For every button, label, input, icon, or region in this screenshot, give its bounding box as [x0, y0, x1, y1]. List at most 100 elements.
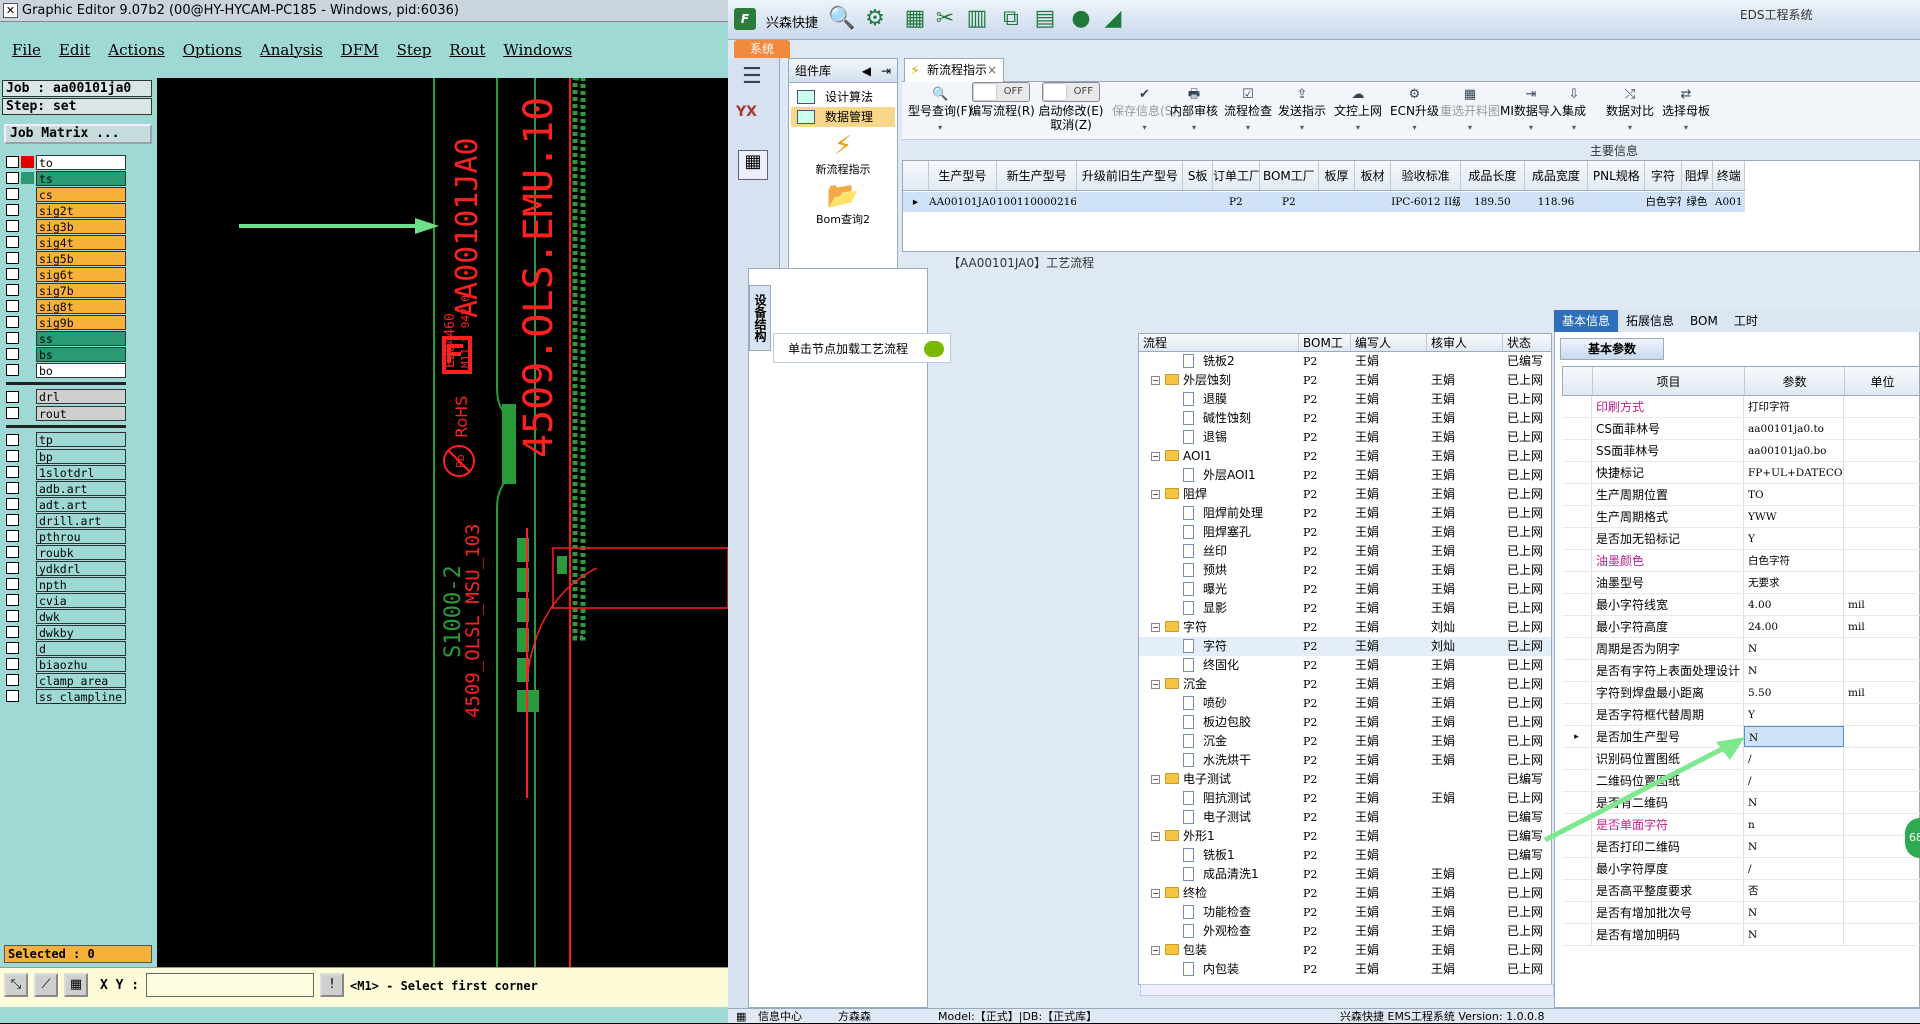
layer-checkbox[interactable] — [6, 220, 19, 232]
main-info-row[interactable]: ▸AA00101JA010011000021696 P2P2 IPC-6012 II… — [903, 192, 1746, 212]
param-row[interactable]: 是否加无铅标记 Y — [1562, 528, 1920, 550]
param-value[interactable]: 否 — [1744, 880, 1844, 901]
layer-row[interactable]: npth — [6, 576, 126, 592]
process-row[interactable]: 曝光 P2 王娟 王娟 已上网 — [1139, 580, 1551, 599]
layer-checkbox[interactable] — [6, 546, 19, 558]
layer-checkbox[interactable] — [6, 498, 19, 510]
job-matrix-button[interactable]: Job Matrix ... — [4, 124, 152, 144]
dropdown-caret-icon[interactable]: ▾ — [1440, 123, 1500, 132]
layer-checkbox[interactable] — [6, 204, 19, 216]
process-col-header[interactable]: 核审人 — [1427, 334, 1503, 351]
dropdown-caret-icon[interactable]: ▾ — [908, 123, 972, 132]
layer-checkbox[interactable] — [6, 300, 19, 312]
collapse-icon[interactable]: − — [1151, 452, 1160, 461]
layer-checkbox[interactable] — [6, 514, 19, 526]
pin-icon[interactable]: ⇥ — [881, 59, 891, 83]
layer-row[interactable]: dwk — [6, 608, 126, 624]
close-icon[interactable]: × — [987, 59, 997, 81]
menu-dfm[interactable]: DFM — [341, 36, 379, 66]
layer-checkbox[interactable] — [6, 236, 19, 248]
basic-params-tab[interactable]: 基本参数 — [1560, 338, 1664, 360]
layer-checkbox[interactable] — [6, 188, 19, 200]
process-col-header[interactable]: 编写人 — [1351, 334, 1427, 351]
param-value[interactable]: Y — [1744, 528, 1844, 549]
layer-checkbox[interactable] — [6, 252, 19, 264]
param-value[interactable]: 白色字符 — [1744, 550, 1844, 571]
main-col-header[interactable]: 成品宽度 — [1525, 161, 1589, 190]
measure-tool-icon[interactable]: ⟋ — [34, 973, 58, 997]
main-col-header[interactable]: 板厚 — [1319, 161, 1356, 190]
layer-row[interactable]: sig5b — [6, 250, 126, 266]
param-col-header[interactable]: 单位 — [1845, 367, 1920, 395]
layer-checkbox[interactable] — [6, 348, 19, 360]
layer-row[interactable]: adb.art — [6, 480, 126, 496]
chart-icon[interactable]: ◢ — [1100, 6, 1126, 32]
param-value[interactable]: 24.00 — [1744, 616, 1844, 637]
process-row[interactable]: 电子测试 P2 王娟 已编写 — [1139, 808, 1551, 827]
main-col-header[interactable]: 升级前旧生产型号 — [1077, 161, 1184, 190]
main-cell[interactable] — [1183, 192, 1214, 212]
zoom-tool-icon[interactable]: ⤡ — [4, 973, 28, 997]
layer-checkbox[interactable] — [6, 407, 19, 419]
chevron-left-icon[interactable]: ◀ — [862, 59, 871, 83]
process-row[interactable]: 阻抗测试 P2 王娟 王娟 已上网 — [1139, 789, 1551, 808]
main-cell[interactable]: P2 — [1213, 192, 1260, 212]
param-value[interactable]: 无要求 — [1744, 572, 1844, 593]
toolbar-button-5[interactable]: ☑ 流程检查 ▾ — [1224, 88, 1272, 133]
layer-checkbox[interactable] — [6, 642, 19, 654]
search-icon[interactable]: 🔍 — [828, 6, 855, 32]
process-col-header[interactable]: BOM工厂 — [1299, 334, 1351, 351]
param-value[interactable]: TO — [1744, 484, 1844, 505]
main-col-header[interactable]: 订单工厂 — [1213, 161, 1260, 190]
layer-checkbox[interactable] — [6, 433, 19, 446]
main-col-header[interactable]: PNL规格 — [1588, 161, 1646, 190]
param-row[interactable]: 最小字符厚度 / — [1562, 858, 1920, 880]
param-row[interactable]: 是否有增加批次号 N — [1562, 902, 1920, 924]
alert-icon[interactable]: ! — [320, 973, 344, 997]
collapse-icon[interactable]: − — [1151, 376, 1160, 385]
param-value[interactable]: 4.00 — [1744, 594, 1844, 615]
process-row[interactable]: 沉金 P2 王娟 王娟 已上网 — [1139, 732, 1551, 751]
info-center[interactable]: 信息中心 — [758, 1009, 802, 1024]
comp-item-data[interactable]: 数据管理 — [791, 107, 895, 127]
process-row[interactable]: − 电子测试 P2 王娟 已编写 — [1139, 770, 1551, 789]
process-row[interactable]: 喷砂 P2 王娟 王娟 已上网 — [1139, 694, 1551, 713]
xy-input[interactable] — [146, 973, 314, 997]
param-value[interactable]: N — [1744, 638, 1844, 659]
layer-checkbox[interactable] — [6, 450, 19, 462]
process-row[interactable]: 退膜 P2 王娟 王娟 已上网 — [1139, 390, 1551, 409]
collapse-icon[interactable]: − — [1151, 490, 1160, 499]
tab-new-flow[interactable]: ⚡ 新流程指示 × — [904, 58, 1004, 82]
menu-windows[interactable]: Windows — [503, 36, 572, 66]
layer-row[interactable]: pthrou — [6, 528, 126, 544]
menu-step[interactable]: Step — [397, 36, 432, 66]
process-row[interactable]: − 终检 P2 王娟 王娟 已上网 — [1139, 884, 1551, 903]
main-col-header[interactable]: 字符 — [1645, 161, 1682, 190]
layer-row[interactable]: sig4t — [6, 234, 126, 250]
process-row[interactable]: 内包装 P2 王娟 王娟 已上网 — [1139, 960, 1551, 979]
pcb-canvas[interactable]: AA00101JA0 4509.OLS.EMU.10 E204460 M11 S… — [157, 78, 728, 968]
layer-row[interactable]: sig3b — [6, 218, 126, 234]
comp-new-flow[interactable]: ⚡ 新流程指示 — [789, 131, 897, 177]
basic-info-tab[interactable]: BOM — [1682, 310, 1726, 332]
process-row[interactable]: 退锡 P2 王娟 王娟 已上网 — [1139, 428, 1551, 447]
layer-checkbox[interactable] — [6, 390, 19, 403]
process-row[interactable]: 成品清洗1 P2 王娟 王娟 已上网 — [1139, 865, 1551, 884]
layer-checkbox[interactable] — [6, 578, 19, 590]
table-icon[interactable]: ▦ — [902, 6, 928, 32]
menu-rout[interactable]: Rout — [449, 36, 485, 66]
toolbar-button-6[interactable]: ⇪ 发送指示 ▾ — [1278, 88, 1326, 133]
layer-row[interactable]: sig7b — [6, 282, 126, 298]
dropdown-caret-icon[interactable]: ▾ — [1278, 123, 1326, 132]
toolbar-button-11[interactable]: ⇩ 集成 ▾ — [1562, 88, 1586, 133]
layer-row[interactable]: ydkdrl — [6, 560, 126, 576]
param-value[interactable]: aa00101ja0.to — [1744, 418, 1844, 439]
main-col-header[interactable]: 新生产型号 — [997, 161, 1078, 190]
main-cell[interactable] — [1588, 192, 1646, 212]
layer-checkbox[interactable] — [6, 626, 19, 638]
basic-info-tab[interactable]: 拓展信息 — [1618, 310, 1682, 332]
param-value[interactable]: 打印字符 — [1744, 396, 1844, 417]
param-row[interactable]: 是否有字符上表面处理设计 N — [1562, 660, 1920, 682]
process-row[interactable]: 显影 P2 王娟 王娟 已上网 — [1139, 599, 1551, 618]
process-row[interactable]: 铣板2 P2 王娟 已编写 — [1139, 352, 1551, 371]
